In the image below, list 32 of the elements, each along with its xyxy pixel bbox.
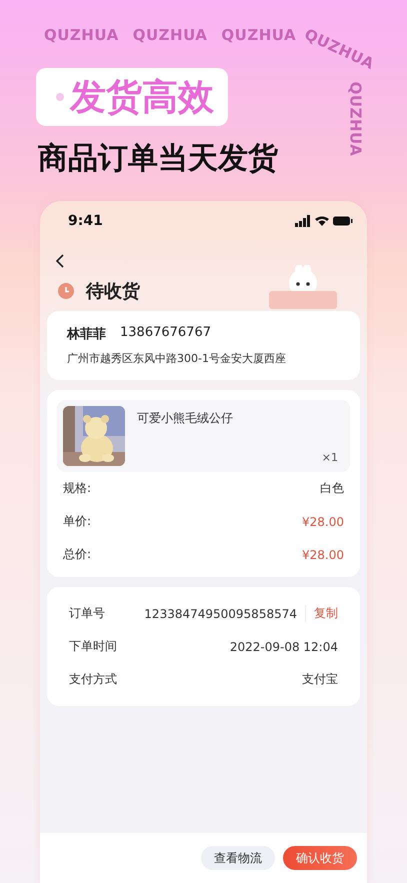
row-value: 2022-09-08 12:04	[230, 640, 338, 654]
row-label: 单价:	[63, 513, 92, 530]
pattern-text: QUZHUA	[221, 26, 296, 44]
pattern-text: QUZHUA	[346, 82, 364, 156]
row-value: ¥28.00	[302, 548, 344, 562]
product-quantity: ×1	[322, 451, 338, 464]
row-value: 白色	[320, 480, 344, 497]
back-icon	[55, 254, 65, 268]
clock-icon	[58, 283, 74, 299]
copy-button[interactable]: 复制	[305, 605, 338, 622]
pattern-text: QUZHUA	[44, 26, 119, 44]
status-icons-drawing	[295, 215, 353, 227]
row-label: 总价:	[63, 546, 92, 563]
row-label: 规格:	[63, 480, 92, 497]
row-value: ¥28.00	[302, 514, 344, 528]
recipient-phone: 13867676767	[120, 325, 211, 342]
row-label: 支付方式	[69, 671, 117, 688]
status-time: 9:41	[68, 213, 103, 229]
row-value: 支付宝	[302, 671, 338, 688]
tag-hole-icon	[56, 93, 64, 101]
product-item[interactable]: 可爱小熊毛绒公仔 ×1	[57, 400, 350, 472]
row-label: 订单号	[69, 605, 105, 622]
headline: 发货高效	[70, 76, 214, 120]
product-title: 可爱小熊毛绒公仔	[137, 410, 234, 427]
row-value: 12338474950095858574	[144, 606, 297, 620]
row-label: 下单时间	[69, 638, 117, 655]
order-status: 待收货	[86, 280, 140, 303]
mascot-drawing	[269, 265, 337, 309]
pattern-text: QUZHUA	[132, 26, 208, 44]
logistics-button[interactable]: 查看物流	[201, 846, 275, 870]
address-text: 广州市越秀区东风中路300-1号金安大厦西座	[67, 351, 287, 366]
recipient-name: 林菲菲	[67, 326, 106, 343]
